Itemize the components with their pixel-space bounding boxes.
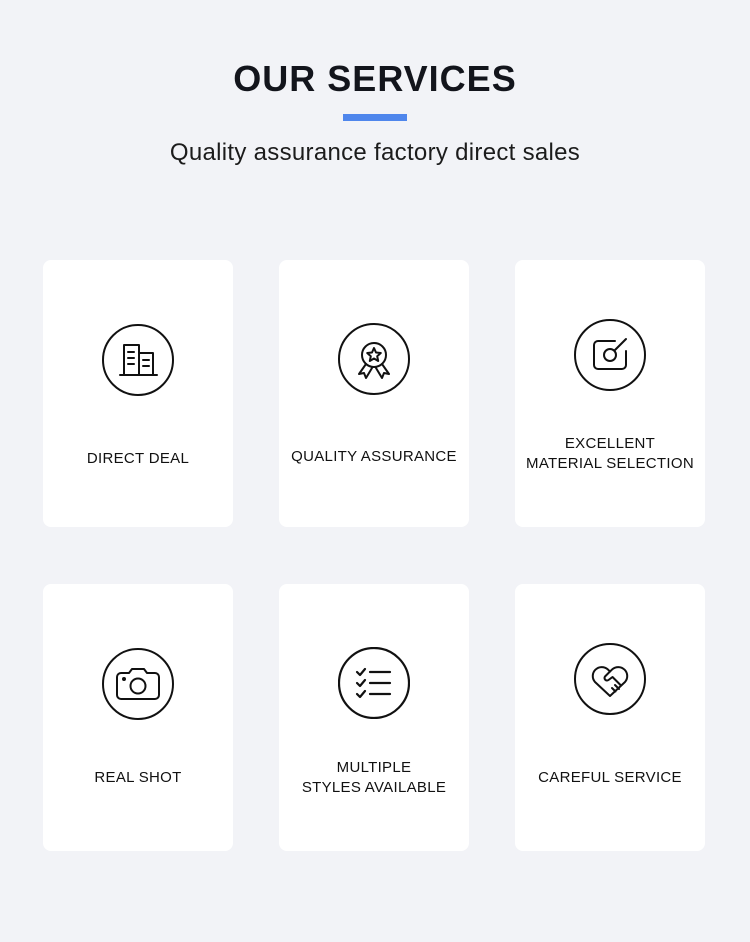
service-card-real-shot: REAL SHOT: [43, 584, 233, 851]
service-label: MULTIPLE STYLES AVAILABLE: [301, 759, 447, 796]
award-ribbon-icon: [338, 323, 410, 395]
service-card-direct-deal: DIRECT DEAL: [43, 260, 233, 527]
checklist-icon: [338, 647, 410, 719]
service-card-excellent-material-selection: EXCELLENT MATERIAL SELECTION: [515, 260, 705, 527]
page-subtitle: Quality assurance factory direct sales: [169, 139, 581, 166]
title-underline: [343, 114, 407, 121]
service-card-quality-assurance: QUALITY ASSURANCE: [279, 260, 469, 527]
service-label: EXCELLENT MATERIAL SELECTION: [526, 435, 694, 472]
service-label: CAREFUL SERVICE: [538, 769, 682, 786]
page-title: OUR SERVICES: [233, 58, 517, 99]
camera-icon: [102, 648, 174, 720]
service-card-careful-service: CAREFUL SERVICE: [515, 584, 705, 851]
service-label: QUALITY ASSURANCE: [291, 448, 457, 465]
heart-handshake-icon: [574, 643, 646, 715]
selection-square-icon: [574, 319, 646, 391]
service-label: DIRECT DEAL: [86, 450, 190, 467]
service-label: REAL SHOT: [94, 769, 182, 786]
building-icon: [102, 324, 174, 396]
service-card-multiple-styles: MULTIPLE STYLES AVAILABLE: [279, 584, 469, 851]
